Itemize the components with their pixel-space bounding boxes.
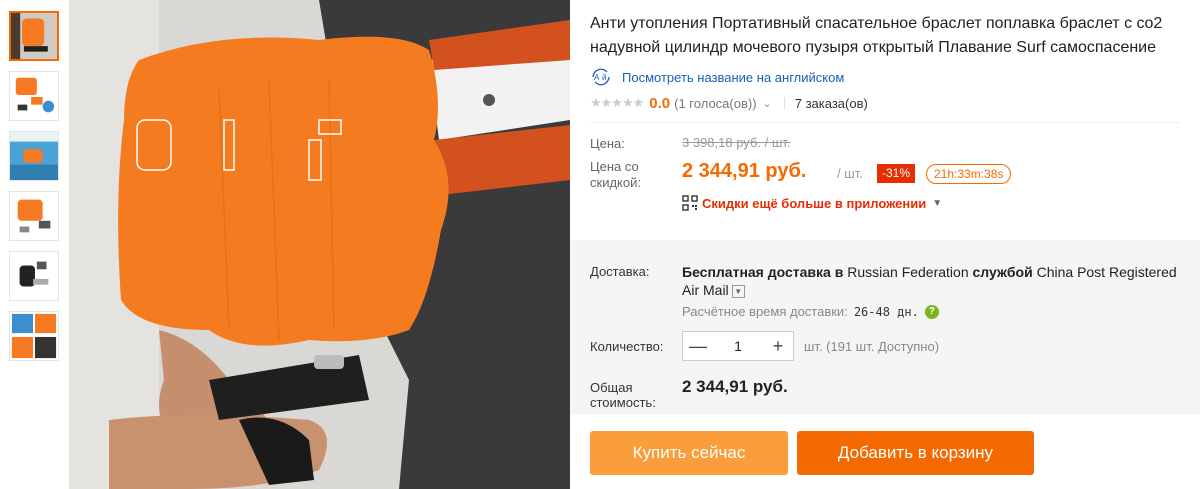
- translate-icon: Aй: [590, 68, 612, 86]
- product-title: Анти утопления Портативный спасательное …: [590, 15, 1163, 56]
- main-product-image[interactable]: [69, 0, 570, 489]
- caret-down-icon: ▼: [932, 197, 943, 209]
- votes-count[interactable]: (1 голоса(ов)): [674, 96, 756, 111]
- translate-link[interactable]: Aй Посмотреть название на английском: [590, 68, 1190, 86]
- discount-price: 2 344,91 руб.: [682, 160, 807, 182]
- add-to-cart-button[interactable]: Добавить в корзину: [797, 431, 1034, 475]
- purchase-panel: Доставка: Бесплатная доставка в Russian …: [570, 240, 1200, 414]
- thumbnail-6[interactable]: [9, 311, 59, 361]
- rating-value: 0.0: [649, 94, 671, 112]
- shipping-country: Russian Federation: [847, 264, 969, 280]
- thumbnail-5[interactable]: [9, 251, 59, 301]
- delivery-estimate: Расчётное время доставки: 26-48 дн. ?: [682, 304, 939, 319]
- svg-text:й: й: [602, 73, 606, 82]
- thumbnail-2[interactable]: [9, 71, 59, 121]
- discount-price-label: Цена со скидкой:: [590, 159, 641, 190]
- shipping-info: Бесплатная доставка в Russian Federation…: [682, 263, 1182, 299]
- thumbnail-1[interactable]: [9, 11, 59, 61]
- buy-now-button[interactable]: Купить сейчас: [590, 431, 788, 475]
- shipping-prefix: Бесплатная доставка в: [682, 264, 844, 280]
- quantity-stepper: — 1 +: [682, 331, 794, 361]
- price-label: Цена:: [590, 136, 625, 151]
- svg-text:A: A: [594, 73, 600, 82]
- total-value: 2 344,91 руб.: [682, 377, 788, 396]
- quantity-available: шт. (191 шт. Доступно): [804, 339, 940, 354]
- app-promo[interactable]: Скидки ещё больше в приложении ▼: [682, 195, 942, 211]
- shipping-label: Доставка:: [590, 264, 650, 279]
- rating-stars: ★★★★★: [590, 95, 644, 110]
- quantity-increase-button[interactable]: +: [763, 332, 793, 360]
- shipping-dropdown-icon[interactable]: ▼: [731, 284, 745, 298]
- translate-link-text[interactable]: Посмотреть название на английском: [622, 70, 844, 85]
- app-promo-text: Скидки ещё больше в приложении: [702, 195, 927, 211]
- per-unit: / шт.: [837, 166, 863, 181]
- qr-code-icon: [682, 195, 698, 211]
- shipping-by: службой: [972, 264, 1033, 280]
- quantity-label: Количество:: [590, 339, 664, 354]
- quantity-decrease-button[interactable]: —: [683, 332, 713, 360]
- price-block: Цена: 3 398,18 руб. / шт. Цена со скидко…: [590, 123, 1190, 228]
- eta-value: 26-48 дн.: [853, 304, 919, 319]
- total-label: Общая стоимость:: [590, 380, 656, 410]
- rating-row: ★★★★★ 0.0 (1 голоса(ов)) ⌄ 7 заказа(ов): [590, 93, 1190, 113]
- old-price: 3 398,18 руб. / шт.: [682, 135, 791, 150]
- thumbnail-4[interactable]: [9, 191, 59, 241]
- divider: [783, 97, 785, 109]
- discount-badge: -31%: [877, 164, 916, 183]
- orders-count: 7 заказа(ов): [794, 95, 868, 111]
- quantity-input[interactable]: 1: [713, 338, 763, 354]
- product-info: Анти утопления Портативный спасательное …: [590, 0, 1190, 228]
- thumbnail-list: [9, 11, 61, 371]
- chevron-down-icon[interactable]: ⌄: [763, 97, 772, 110]
- help-icon[interactable]: ?: [924, 304, 939, 319]
- countdown-timer: 21h:33m:38s: [926, 164, 1012, 184]
- eta-label: Расчётное время доставки:: [682, 304, 848, 319]
- thumbnail-3[interactable]: [9, 131, 59, 181]
